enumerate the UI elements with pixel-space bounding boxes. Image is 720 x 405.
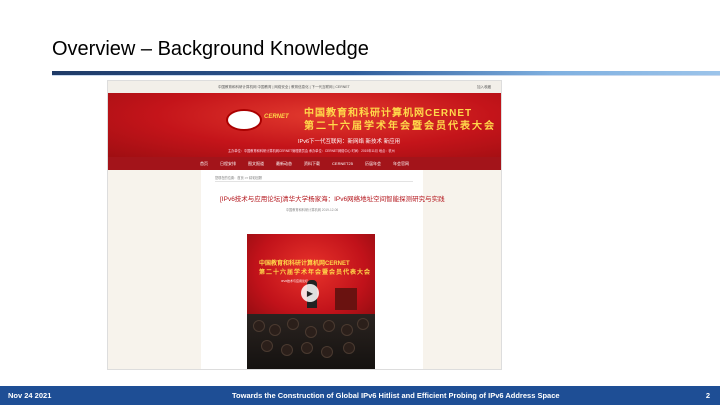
breadcrumb[interactable]: 您现在的位置：首页 >> 精彩回顾 xyxy=(215,175,262,180)
article-title: [IPv6技术与应用论坛]清华大学杨家海：IPv6网络地址空间智能探测研究与实践 xyxy=(220,196,445,203)
audience-head xyxy=(261,340,273,352)
audience-head xyxy=(357,318,369,330)
banner-headline-2: 第二十六届学术年会暨会员代表大会 xyxy=(304,121,496,132)
audience-head xyxy=(253,320,265,332)
site-banner: CERNET 中国教育和科研计算机网CERNET 第二十六届学术年会暨会员代表大… xyxy=(108,93,501,157)
nav-item[interactable]: 最新动态 xyxy=(276,157,292,170)
audience-head xyxy=(287,318,299,330)
play-icon[interactable]: ▶ xyxy=(301,284,319,302)
audience-head xyxy=(341,324,353,336)
audience-head xyxy=(281,344,293,356)
nav-item[interactable]: 首页 xyxy=(200,157,208,170)
video-stage-backdrop: 中国教育和科研计算机网CERNET 第二十六届学术年会暨会员代表大会 IPv6技… xyxy=(247,234,375,322)
slide-footer: Nov 24 2021 Towards the Construction of … xyxy=(0,386,720,405)
nav-item[interactable]: 历届年会 xyxy=(365,157,381,170)
audience-head xyxy=(321,346,333,358)
audience-head xyxy=(343,342,355,354)
footer-title: Towards the Construction of Global IPv6 … xyxy=(232,391,560,400)
nav-item[interactable]: CERNET25 xyxy=(332,157,353,170)
audience xyxy=(247,314,375,369)
article-panel: 您现在的位置：首页 >> 精彩回顾 [IPv6技术与应用论坛]清华大学杨家海：I… xyxy=(201,170,445,369)
banner-info: 主办单位：中国教育和科研计算机网CERNET管理委员会 承办单位：CERNET网… xyxy=(228,149,395,153)
breadcrumb-divider xyxy=(215,181,413,182)
webpage-screenshot: 中国教育和科研计算机网 中国教育 | 网络安全 | 教育信息化 | 下一代互联网… xyxy=(107,80,502,370)
video-backdrop-line-1: 中国教育和科研计算机网CERNET xyxy=(259,261,350,267)
site-nav: 首页 日程安排 图文报道 最新动态 资料下载 CERNET25 历届年会 年会官… xyxy=(108,157,501,170)
topbar-links[interactable]: 中国教育和科研计算机网 中国教育 | 网络安全 | 教育信息化 | 下一代互联网… xyxy=(218,85,350,90)
page-number: 2 xyxy=(705,391,710,400)
audience-head xyxy=(301,342,313,354)
topbar-bookmark[interactable]: 加入收藏 xyxy=(477,85,491,90)
article-meta: 中国教育和科研计算机网 2019-12-06 xyxy=(285,208,339,212)
video-player[interactable]: 中国教育和科研计算机网CERNET 第二十六届学术年会暨会员代表大会 IPv6技… xyxy=(247,234,375,369)
video-backdrop-line-2: 第二十六届学术年会暨会员代表大会 xyxy=(259,270,372,276)
nav-item[interactable]: 图文报道 xyxy=(248,157,264,170)
slide-title: Overview – Background Knowledge xyxy=(52,38,369,60)
title-underline-thin xyxy=(52,75,720,76)
podium xyxy=(335,288,357,310)
video-backdrop-line-3: IPv6技术与应用论坛 xyxy=(281,279,309,283)
audience-head xyxy=(305,326,317,338)
audience-head xyxy=(323,320,335,332)
nav-item[interactable]: 日程安排 xyxy=(220,157,236,170)
nav-item[interactable]: 年会官网 xyxy=(393,157,409,170)
footer-date: Nov 24 2021 xyxy=(8,391,52,400)
nav-item[interactable]: 资料下载 xyxy=(304,157,320,170)
site-topbar: 中国教育和科研计算机网 中国教育 | 网络安全 | 教育信息化 | 下一代互联网… xyxy=(108,81,501,93)
logo-text: CERNET xyxy=(264,114,289,120)
audience-head xyxy=(269,324,281,336)
banner-subtitle: IPv6下一代互联网：新网络 新技术 新应用 xyxy=(298,139,401,145)
cernet-logo-icon xyxy=(226,109,262,131)
